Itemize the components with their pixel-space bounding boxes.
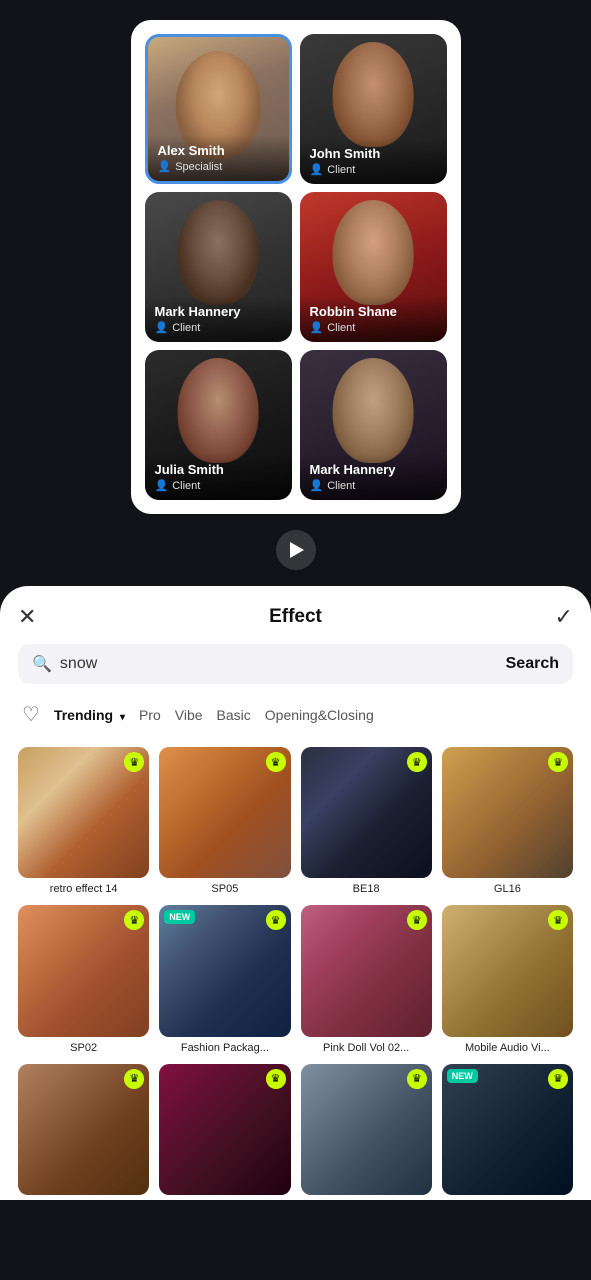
person-name-alex: Alex Smith xyxy=(158,143,279,158)
person-role-julia: 👤 Client xyxy=(155,479,282,492)
person-icon-mark: 👤 xyxy=(155,321,169,334)
favorites-tab[interactable]: ♡ xyxy=(18,700,44,729)
person-card-mark2[interactable]: Mark Hannery 👤 Client xyxy=(300,350,447,500)
crown-badge-be18: ♛ xyxy=(407,752,427,772)
person-role-john: 👤 Client xyxy=(310,163,437,176)
crown-badge-row3c: ♛ xyxy=(407,1069,427,1089)
effect-item-row3b[interactable]: ♛ xyxy=(159,1064,290,1200)
crown-badge-row3b: ♛ xyxy=(266,1069,286,1089)
tab-pro[interactable]: Pro xyxy=(135,701,165,729)
search-icon: 🔍 xyxy=(32,654,52,674)
person-name-mark: Mark Hannery xyxy=(155,304,282,319)
effect-thumb-fashion: ♛ NEW xyxy=(159,905,290,1036)
effect-thumb-row3d: ♛ NEW xyxy=(442,1064,573,1195)
tab-vibe[interactable]: Vibe xyxy=(171,701,207,729)
person-card-robbin[interactable]: Robbin Shane 👤 Client xyxy=(300,192,447,342)
effect-label-sp05: SP05 xyxy=(159,883,290,895)
person-overlay-mark: Mark Hannery 👤 Client xyxy=(145,296,292,342)
person-card-john[interactable]: John Smith 👤 Client xyxy=(300,34,447,184)
effect-thumb-row3b: ♛ xyxy=(159,1064,290,1195)
person-icon-john: 👤 xyxy=(310,163,324,176)
person-icon-robbin: 👤 xyxy=(310,321,324,334)
effect-item-sp05[interactable]: ♛ SP05 xyxy=(159,747,290,895)
confirm-button[interactable]: ✓ xyxy=(555,606,573,628)
card-container: Alex Smith 👤 Specialist John Smith 👤 Cli… xyxy=(131,20,461,514)
search-input[interactable] xyxy=(60,655,506,673)
effect-thumb-gl16: ♛ xyxy=(442,747,573,878)
tab-trending[interactable]: Trending ▾ xyxy=(50,701,129,729)
play-button-wrap xyxy=(276,530,316,570)
effect-thumb-row3a: ♛ xyxy=(18,1064,149,1195)
new-badge-row3d: NEW xyxy=(447,1069,478,1083)
person-name-mark2: Mark Hannery xyxy=(310,462,437,477)
person-overlay-robbin: Robbin Shane 👤 Client xyxy=(300,296,447,342)
person-overlay-julia: Julia Smith 👤 Client xyxy=(145,454,292,500)
effect-item-be18[interactable]: ♛ BE18 xyxy=(301,747,432,895)
effect-grid: ♛ retro effect 14 ♛ SP05 ♛ BE18 ♛ GL16 xyxy=(18,747,573,1200)
person-role-mark: 👤 Client xyxy=(155,321,282,334)
effect-label-retro14: retro effect 14 xyxy=(18,883,149,895)
person-role-mark2: 👤 Client xyxy=(310,479,437,492)
crown-badge-row3a: ♛ xyxy=(124,1069,144,1089)
effect-header: ✕ Effect ✓ xyxy=(18,606,573,628)
person-card-julia[interactable]: Julia Smith 👤 Client xyxy=(145,350,292,500)
person-role-robbin: 👤 Client xyxy=(310,321,437,334)
person-icon-alex: 👤 xyxy=(158,160,172,173)
effect-label-sp02: SP02 xyxy=(18,1042,149,1054)
crown-badge-sp05: ♛ xyxy=(266,752,286,772)
effect-label-mobile: Mobile Audio Vi... xyxy=(442,1042,573,1054)
effect-thumb-row3c: ♛ xyxy=(301,1064,432,1195)
effect-label-fashion: Fashion Packag... xyxy=(159,1042,290,1054)
person-card-alex[interactable]: Alex Smith 👤 Specialist xyxy=(145,34,292,184)
play-icon xyxy=(290,542,304,558)
effect-item-row3d[interactable]: ♛ NEW xyxy=(442,1064,573,1200)
effect-item-mobile[interactable]: ♛ Mobile Audio Vi... xyxy=(442,905,573,1053)
tab-basic[interactable]: Basic xyxy=(213,701,255,729)
effect-thumb-mobile: ♛ xyxy=(442,905,573,1036)
effect-label-pinkdoll: Pink Doll Vol 02... xyxy=(301,1042,432,1054)
effect-thumb-sp02: ♛ xyxy=(18,905,149,1036)
effect-item-row3c[interactable]: ♛ xyxy=(301,1064,432,1200)
effect-item-fashion[interactable]: ♛ NEW Fashion Packag... xyxy=(159,905,290,1053)
person-overlay-alex: Alex Smith 👤 Specialist xyxy=(148,135,289,181)
effect-item-retro14[interactable]: ♛ retro effect 14 xyxy=(18,747,149,895)
new-badge-fashion: NEW xyxy=(164,910,195,924)
person-name-john: John Smith xyxy=(310,146,437,161)
person-card-mark-hannery[interactable]: Mark Hannery 👤 Client xyxy=(145,192,292,342)
person-icon-mark2: 👤 xyxy=(310,479,324,492)
crown-badge-mobile: ♛ xyxy=(548,910,568,930)
effect-label-be18: BE18 xyxy=(301,883,432,895)
person-overlay-mark2: Mark Hannery 👤 Client xyxy=(300,454,447,500)
effect-item-row3a[interactable]: ♛ xyxy=(18,1064,149,1200)
crown-badge-pinkdoll: ♛ xyxy=(407,910,427,930)
effect-thumb-pinkdoll: ♛ xyxy=(301,905,432,1036)
effect-item-gl16[interactable]: ♛ GL16 xyxy=(442,747,573,895)
effect-item-pinkdoll[interactable]: ♛ Pink Doll Vol 02... xyxy=(301,905,432,1053)
persons-grid: Alex Smith 👤 Specialist John Smith 👤 Cli… xyxy=(145,34,447,500)
effect-title: Effect xyxy=(269,606,322,628)
person-icon-julia: 👤 xyxy=(155,479,169,492)
effect-thumb-retro14: ♛ xyxy=(18,747,149,878)
crown-badge-fashion: ♛ xyxy=(266,910,286,930)
person-name-julia: Julia Smith xyxy=(155,462,282,477)
effect-thumb-sp05: ♛ xyxy=(159,747,290,878)
person-name-robbin: Robbin Shane xyxy=(310,304,437,319)
play-button[interactable] xyxy=(276,530,316,570)
effect-thumb-be18: ♛ xyxy=(301,747,432,878)
filter-tabs: ♡ Trending ▾ Pro Vibe Basic Opening&Clos… xyxy=(18,700,573,733)
tab-opening[interactable]: Opening&Closing xyxy=(261,701,378,729)
top-area: Alex Smith 👤 Specialist John Smith 👤 Cli… xyxy=(0,0,591,586)
search-bar: 🔍 Search xyxy=(18,644,573,684)
close-button[interactable]: ✕ xyxy=(18,606,36,628)
crown-badge-sp02: ♛ xyxy=(124,910,144,930)
person-overlay-john: John Smith 👤 Client xyxy=(300,138,447,184)
effect-panel: ✕ Effect ✓ 🔍 Search ♡ Trending ▾ Pro Vib… xyxy=(0,586,591,1200)
crown-badge-row3d: ♛ xyxy=(548,1069,568,1089)
effect-label-gl16: GL16 xyxy=(442,883,573,895)
person-role-alex: 👤 Specialist xyxy=(158,160,279,173)
crown-badge: ♛ xyxy=(124,752,144,772)
search-button[interactable]: Search xyxy=(506,655,559,673)
effect-item-sp02[interactable]: ♛ SP02 xyxy=(18,905,149,1053)
crown-badge-gl16: ♛ xyxy=(548,752,568,772)
